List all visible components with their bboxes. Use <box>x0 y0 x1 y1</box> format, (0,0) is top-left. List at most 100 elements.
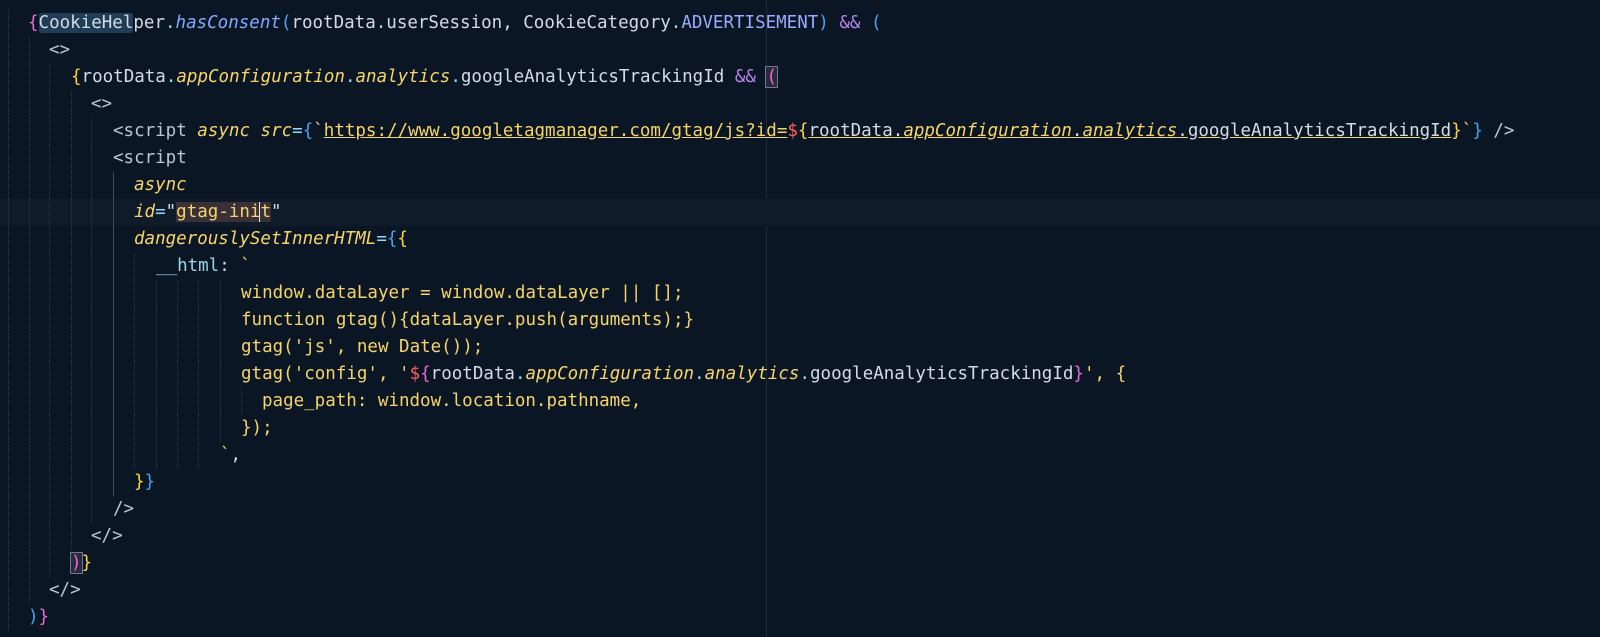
code-line-8[interactable]: id="gtag-init" <box>0 199 1600 226</box>
code-line-10[interactable]: __html: ` <box>0 253 1600 280</box>
dot: . <box>165 67 177 87</box>
indent-guide <box>8 604 9 631</box>
indent-guide <box>8 415 9 442</box>
line-content: {CookieHelper.hasConsent(rootData.userSe… <box>28 10 882 37</box>
code-line-11[interactable]: window.dataLayer = window.dataLayer || [… <box>0 280 1600 307</box>
code-line-21[interactable]: )} <box>0 550 1600 577</box>
identifier: userSession <box>386 13 503 33</box>
indent-guide <box>156 415 157 442</box>
indent-guide <box>8 118 9 145</box>
object-key: __html <box>156 256 220 276</box>
indent-guide <box>8 388 9 415</box>
indent-guide-active <box>113 226 114 253</box>
string-value: gtag-ini <box>176 202 261 222</box>
brace: } <box>134 472 145 492</box>
indent-guide-active <box>113 253 114 280</box>
code-line-12[interactable]: function gtag(){dataLayer.push(arguments… <box>0 307 1600 334</box>
jsx-attribute: src <box>260 121 293 141</box>
indent-guide <box>91 307 92 334</box>
code-line-2[interactable]: <> <box>0 37 1600 64</box>
indent-guide <box>49 550 50 577</box>
code-line-20[interactable]: </> <box>0 523 1600 550</box>
indent-guide <box>177 361 178 388</box>
dot: . <box>375 13 387 33</box>
indent-guide <box>198 361 199 388</box>
enum-member: ADVERTISEMENT <box>681 13 819 33</box>
equals: = <box>155 202 166 222</box>
indent-guide <box>91 469 92 496</box>
url-link[interactable]: https://www.googletagmanager.com/gtag/js… <box>324 121 788 141</box>
indent-guide <box>8 442 9 469</box>
indent-guide <box>156 334 157 361</box>
indent-guide <box>220 280 221 307</box>
indent-guide <box>49 253 50 280</box>
indent-guide <box>220 334 221 361</box>
indent-guide <box>198 388 199 415</box>
code-line-14[interactable]: gtag('config', '${rootData.appConfigurat… <box>0 361 1600 388</box>
code-line-19[interactable]: /> <box>0 496 1600 523</box>
equals: = <box>376 229 387 249</box>
indent-guide <box>71 523 72 550</box>
indent-guide <box>8 523 9 550</box>
indent-guide <box>29 91 30 118</box>
indent-guide <box>29 361 30 388</box>
indent-guide <box>29 415 30 442</box>
code-line-13[interactable]: gtag('js', new Date()); <box>0 334 1600 361</box>
code-line-18[interactable]: }} <box>0 469 1600 496</box>
code-line-22[interactable]: </> <box>0 577 1600 604</box>
code-line-1[interactable]: {CookieHelper.hasConsent(rootData.userSe… <box>0 10 1600 37</box>
comma: , <box>502 13 524 33</box>
backtick: ` <box>1461 121 1473 141</box>
indent-guide <box>156 280 157 307</box>
code-line-6[interactable]: <script <box>0 145 1600 172</box>
code-editor[interactable]: {CookieHelper.hasConsent(rootData.userSe… <box>0 0 1600 637</box>
line-content: __html: ` <box>156 253 251 280</box>
indent-guide <box>91 415 92 442</box>
indent-guide <box>177 334 178 361</box>
indent-guide <box>49 469 50 496</box>
indent-guide <box>71 172 72 199</box>
colon: : <box>219 256 241 276</box>
property: analytics <box>355 67 451 87</box>
template-dollar: $ <box>787 121 798 141</box>
jsx-attribute: async <box>197 121 250 141</box>
jsx-fragment-close: </> <box>49 580 81 600</box>
line-content: dangerouslySetInnerHTML={{ <box>134 226 408 253</box>
identifier: rootData <box>81 67 166 87</box>
indent-guide <box>134 388 135 415</box>
code-line-17[interactable]: `, <box>0 442 1600 469</box>
line-content: }} <box>134 469 155 496</box>
line-content: </> <box>91 523 123 550</box>
indent-guide <box>29 523 30 550</box>
code-line-7[interactable]: async <box>0 172 1600 199</box>
indent-guide <box>198 334 199 361</box>
indent-guide <box>8 226 9 253</box>
dot: . <box>670 13 682 33</box>
code-line-3[interactable]: {rootData.appConfiguration.analytics.goo… <box>0 64 1600 91</box>
template-code: gtag('config', ' <box>241 364 410 384</box>
indent-guide-active <box>113 334 114 361</box>
indent-guide <box>29 334 30 361</box>
indent-guide <box>71 388 72 415</box>
indent-guide <box>134 280 135 307</box>
line-content: `, <box>220 442 241 469</box>
line-content: /> <box>113 496 134 523</box>
code-line-9[interactable]: dangerouslySetInnerHTML={{ <box>0 226 1600 253</box>
code-line-4[interactable]: <> <box>0 91 1600 118</box>
code-line-16[interactable]: }); <box>0 415 1600 442</box>
indent-guide-active <box>113 280 114 307</box>
code-line-15[interactable]: page_path: window.location.pathname, <box>0 388 1600 415</box>
indent-guide <box>8 550 9 577</box>
indent-guide <box>29 280 30 307</box>
brace: } <box>38 607 50 627</box>
code-line-5[interactable]: <script async src={`https://www.googleta… <box>0 118 1600 145</box>
paren: ) <box>818 13 829 33</box>
indent-guide <box>49 226 50 253</box>
code-line-23[interactable]: )} <box>0 604 1600 631</box>
jsx-tag: <script <box>113 148 187 168</box>
equals: = <box>292 121 303 141</box>
comma: , <box>230 445 242 465</box>
jsx-self-close: /> <box>113 499 135 519</box>
indent-guide <box>8 64 9 91</box>
indent-guide <box>91 334 92 361</box>
